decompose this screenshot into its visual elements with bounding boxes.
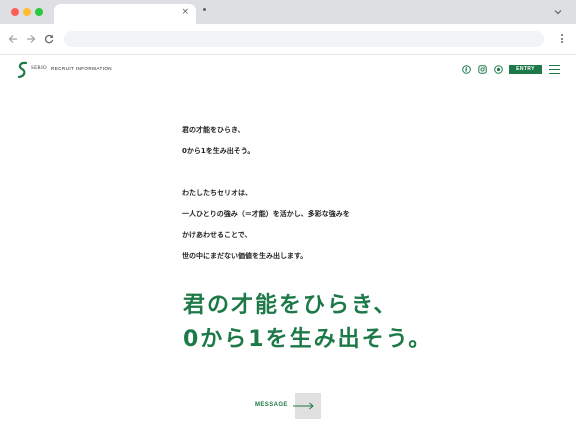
message-label: MESSAGE	[255, 402, 288, 408]
intro-copy: 君の才能をひらき、 0から1を生み出そう。 わたしたちセリオは、 一人ひとりの強…	[182, 120, 442, 267]
close-window-button[interactable]	[11, 8, 19, 16]
instagram-icon[interactable]	[478, 65, 487, 74]
facebook-icon[interactable]	[462, 65, 471, 74]
chevron-down-icon[interactable]	[553, 7, 563, 17]
entry-button[interactable]: ENTRY	[509, 65, 542, 74]
serio-logo-mark[interactable]	[16, 61, 30, 79]
message-link[interactable]: MESSAGE	[255, 393, 325, 419]
headline-line-1: 君の才能をひらき、	[183, 293, 398, 318]
tab-close-icon[interactable]: ×	[181, 7, 189, 17]
line-icon[interactable]	[494, 65, 503, 74]
section-label: RECRUIT INFORMATION	[51, 66, 113, 71]
site-header: SERIO RECRUIT INFORMATION ENTRY	[0, 56, 576, 84]
intro-line: かけあわせることで、	[182, 231, 252, 239]
back-arrow-icon[interactable]	[8, 34, 18, 44]
kebab-menu-icon[interactable]	[561, 34, 564, 45]
browser-toolbar	[0, 24, 576, 55]
intro-line: 0から1を生み出そう。	[182, 147, 255, 155]
address-bar[interactable]	[64, 31, 544, 47]
arrow-right-icon	[293, 402, 314, 410]
browser-tab-strip: ×	[0, 0, 576, 24]
hero-headline: 君の才能をひらき、 0から1を生み出そう。	[183, 289, 503, 357]
maximize-window-button[interactable]	[35, 8, 43, 16]
minimize-window-button[interactable]	[23, 8, 31, 16]
hamburger-menu-icon[interactable]	[549, 65, 560, 77]
intro-line: わたしたちセリオは、	[182, 189, 252, 197]
reload-icon[interactable]	[44, 34, 54, 44]
intro-line: 世の中にまだない価値を生み出します。	[182, 252, 308, 260]
intro-line: 君の才能をひらき、	[182, 126, 245, 134]
forward-arrow-icon[interactable]	[26, 34, 36, 44]
headline-line-2: 0から1を生み出そう。	[183, 327, 433, 352]
logo-text: SERIO	[31, 66, 47, 71]
new-tab-button[interactable]	[203, 8, 206, 11]
browser-tab[interactable]: ×	[54, 4, 196, 24]
intro-line: 一人ひとりの強み（＝才能）を活かし、多彩な強みを	[182, 210, 350, 218]
